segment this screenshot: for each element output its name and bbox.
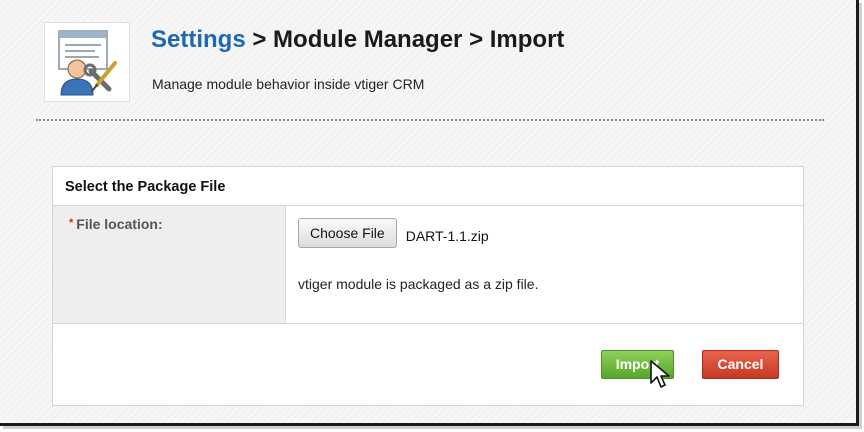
file-location-label-cell: * File location: [53, 206, 286, 323]
page-subtitle: Manage module behavior inside vtiger CRM [152, 76, 425, 92]
file-help-text: vtiger module is packaged as a zip file. [298, 276, 539, 292]
breadcrumb-separator: > [469, 26, 484, 53]
package-file-panel: Select the Package File * File location: … [52, 166, 804, 406]
content-frame: Settings > Module Manager > Import Manag… [0, 0, 859, 426]
panel-footer: Import Cancel [53, 324, 803, 405]
panel-title: Select the Package File [53, 167, 803, 206]
choose-file-button[interactable]: Choose File [298, 218, 397, 248]
breadcrumb-current: Import [489, 26, 565, 53]
file-location-value-cell: Choose File DART-1.1.zip vtiger module i… [286, 206, 803, 323]
breadcrumb-separator: > [252, 26, 267, 53]
required-marker: * [69, 217, 74, 229]
breadcrumb-settings-link[interactable]: Settings [151, 26, 246, 53]
breadcrumb: Settings > Module Manager > Import [151, 26, 564, 54]
import-button[interactable]: Import [601, 350, 674, 379]
header-divider [36, 119, 824, 121]
file-location-row: * File location: Choose File DART-1.1.zip… [53, 206, 803, 324]
cancel-button[interactable]: Cancel [702, 350, 779, 379]
breadcrumb-module-manager: Module Manager [273, 26, 463, 53]
file-input[interactable]: Choose File DART-1.1.zip [298, 218, 803, 248]
selected-file-name: DART-1.1.zip [405, 228, 489, 244]
module-manager-icon [44, 22, 130, 102]
file-location-label: File location: [76, 216, 163, 232]
